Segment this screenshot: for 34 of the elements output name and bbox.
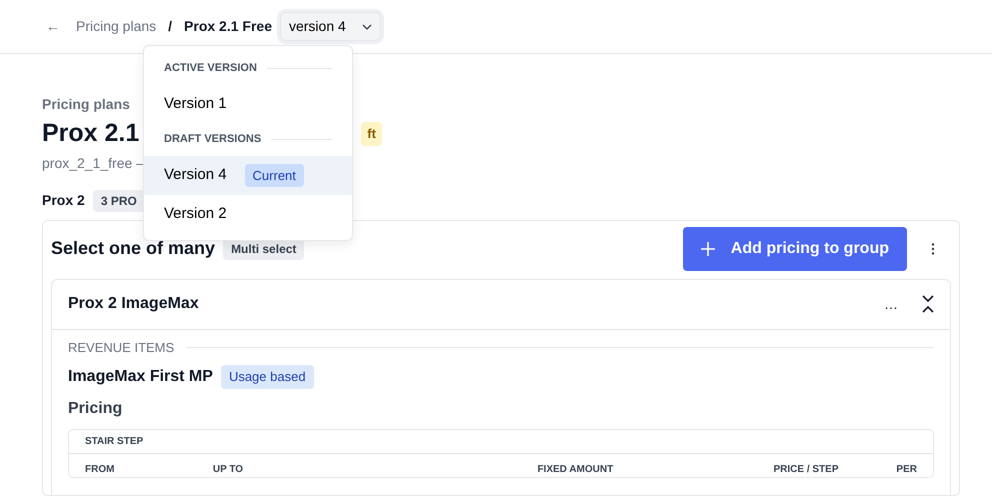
current-badge: Current <box>244 164 304 187</box>
revenue-item-name: ImageMax First MP <box>68 367 213 387</box>
table-title: STAIR STEP <box>69 430 933 454</box>
pricing-heading: Pricing <box>68 399 124 419</box>
column-header: PRICE / STEP <box>773 463 840 477</box>
add-pricing-button[interactable]: Add pricing to group <box>682 226 907 270</box>
section-heading: REVENUE ITEMS <box>68 338 934 357</box>
more-button[interactable]: … <box>876 290 906 318</box>
plus-icon <box>700 242 715 256</box>
group-title: Select one of many <box>51 237 216 260</box>
column-header: FIXED AMOUNT <box>537 463 614 477</box>
back-arrow-icon[interactable]: ← <box>46 16 60 37</box>
version-menu-item[interactable]: Version 2 <box>144 195 352 234</box>
kebab-menu-icon[interactable] <box>931 242 935 254</box>
column-header: PER <box>896 463 917 477</box>
version-menu-item[interactable]: Version 1 <box>144 84 352 123</box>
version-menu-item[interactable]: Version 4 Current <box>144 156 352 195</box>
breadcrumb-link[interactable]: Pricing plans <box>76 16 156 37</box>
product-name: Prox 2 ImageMax <box>68 294 199 314</box>
breadcrumb-current: Prox 2.1 Free <box>184 17 272 36</box>
menu-section-heading: DRAFT VERSIONS <box>144 123 352 156</box>
collapse-icon[interactable] <box>922 295 934 313</box>
page-title: Prox 2.1 <box>42 118 140 149</box>
breadcrumb-separator: / <box>168 17 172 36</box>
chevron-down-icon <box>362 24 372 30</box>
usage-badge: Usage based <box>220 365 314 389</box>
column-header: UP TO <box>212 463 244 477</box>
column-header: FROM <box>85 463 116 477</box>
group-name: Prox 2 <box>42 191 85 210</box>
count-badge: 3 PRO <box>92 190 145 212</box>
page-eyebrow: Pricing plans <box>42 95 130 114</box>
menu-section-heading: ACTIVE VERSION <box>144 52 352 84</box>
status-badge: ft <box>361 122 382 146</box>
version-select[interactable]: version 4 <box>280 12 381 41</box>
